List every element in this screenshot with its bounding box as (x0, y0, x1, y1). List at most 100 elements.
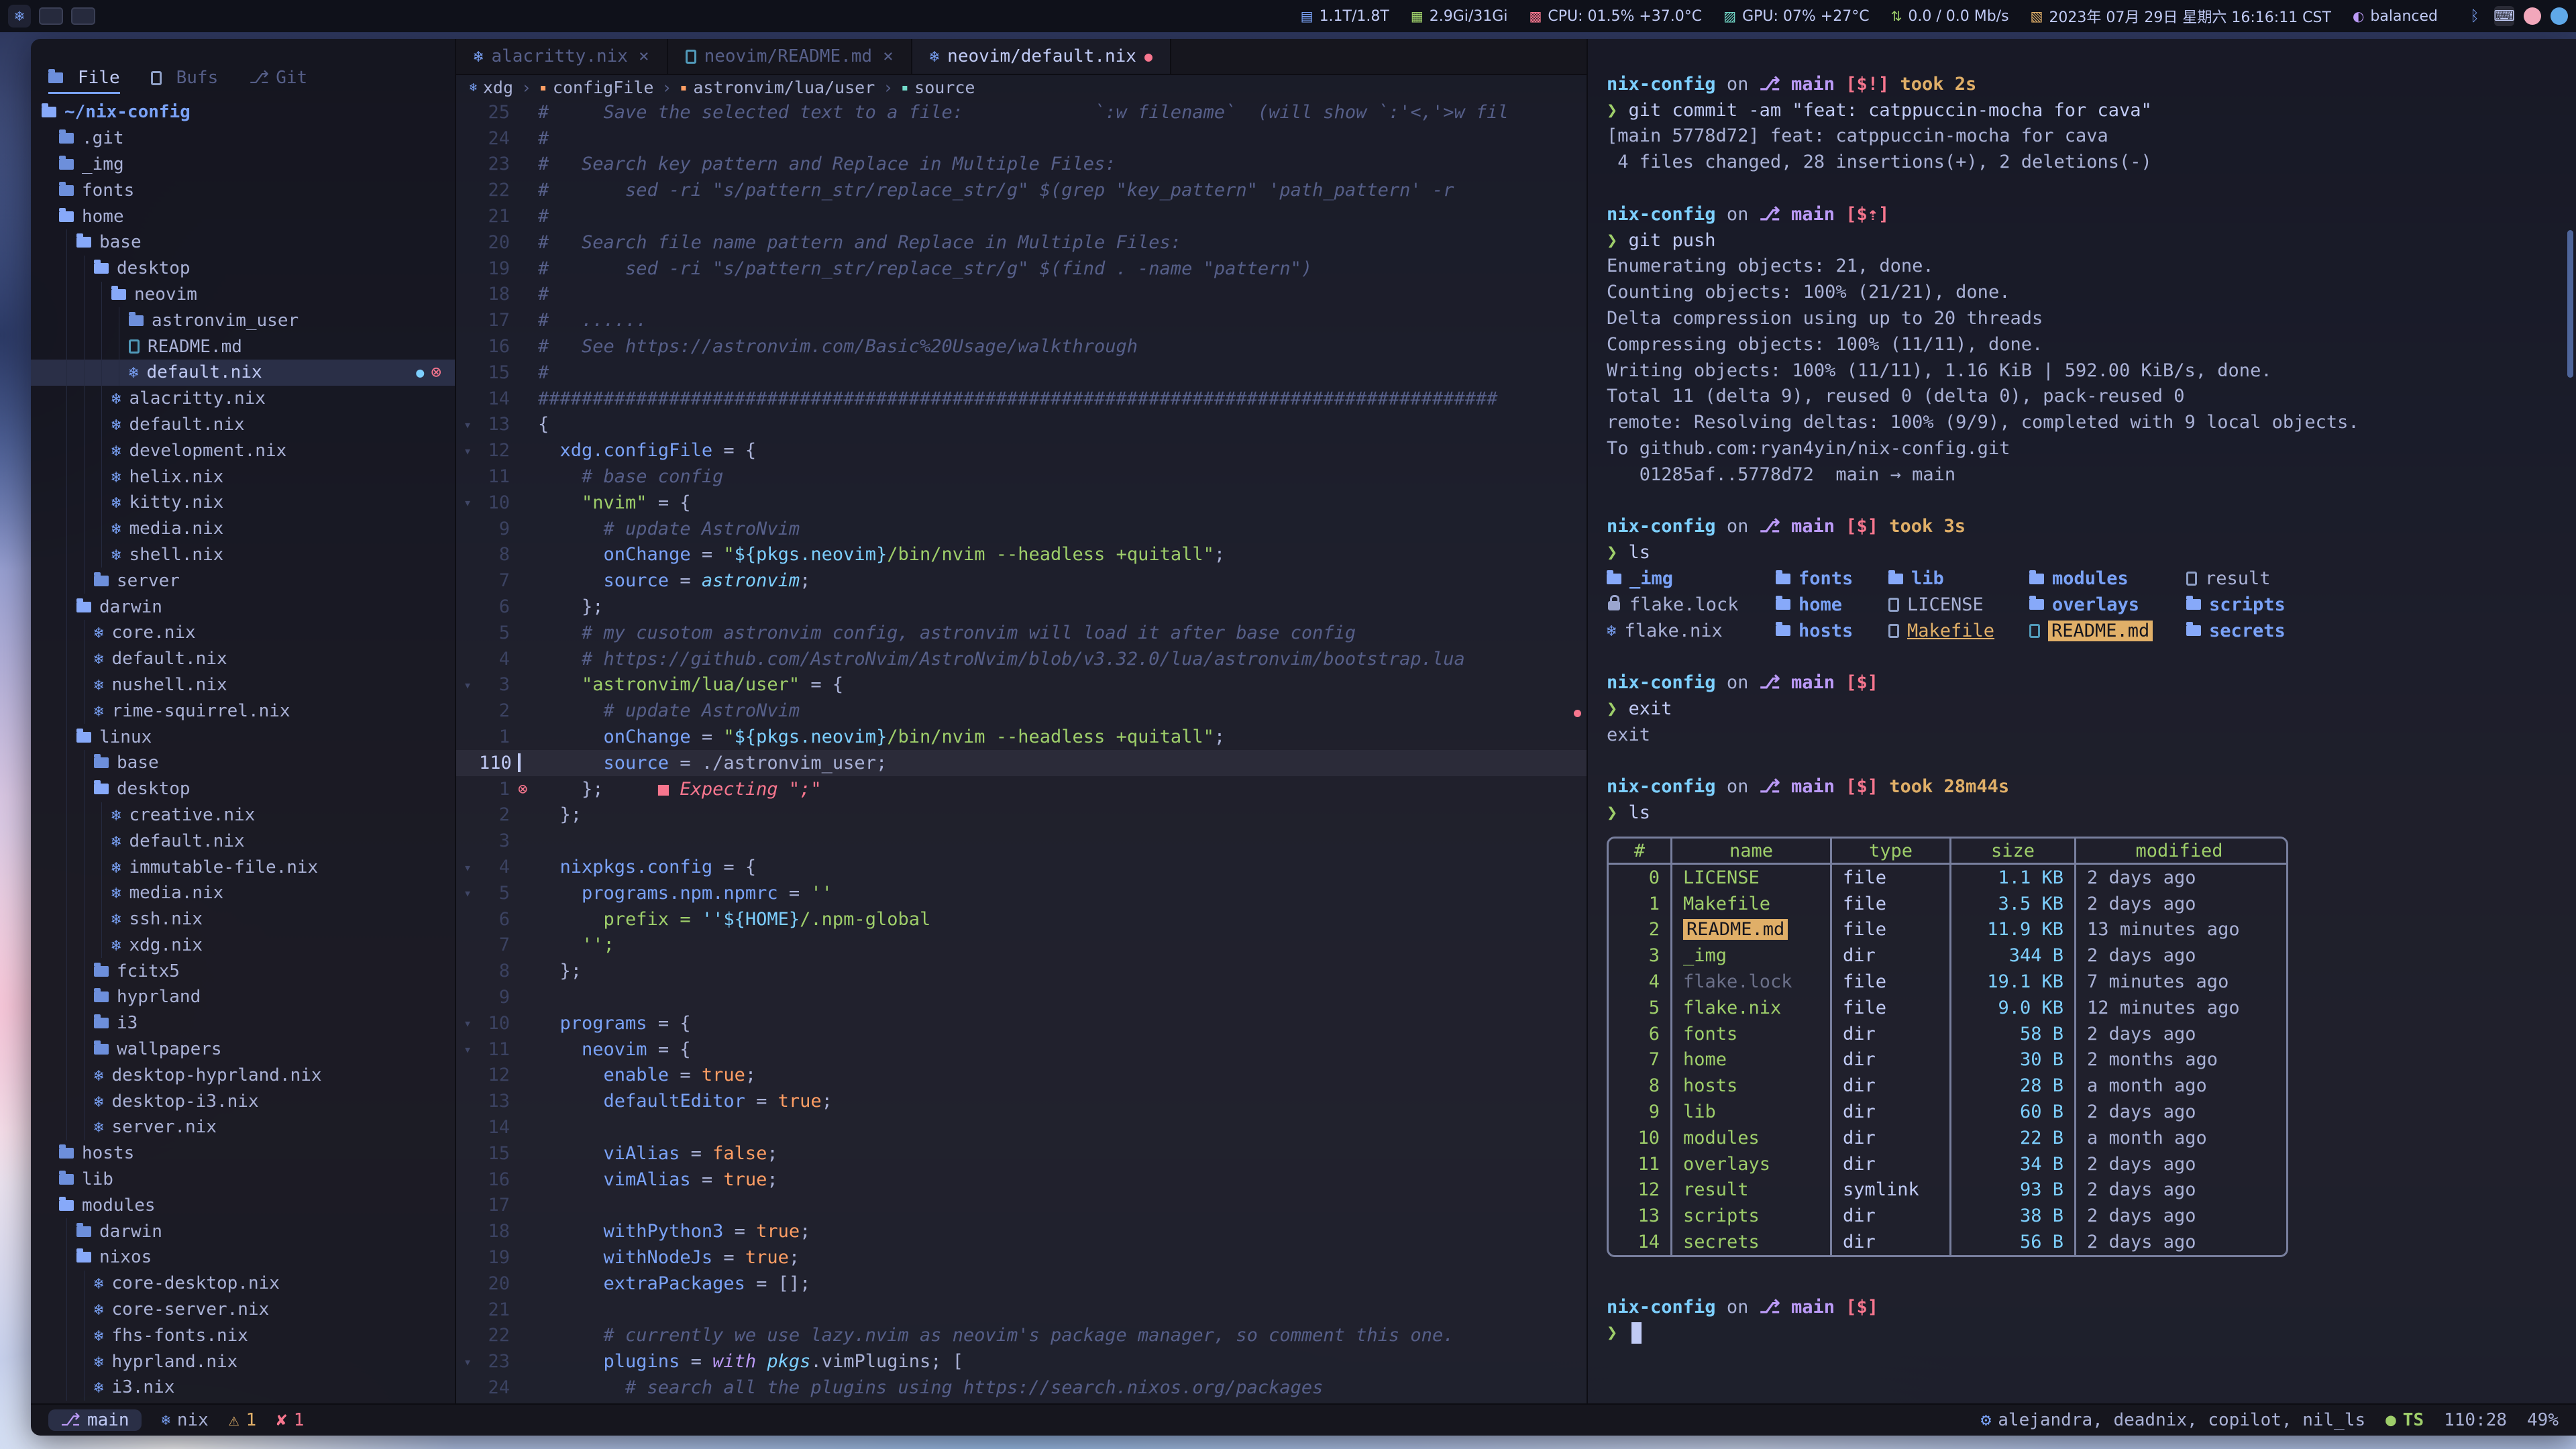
breadcrumb-item-astronvim/lua/user[interactable]: ▪astronvim/lua/user (680, 78, 875, 97)
code-line[interactable]: 19 # sed -ri "s/pattern_str/replace_str/… (456, 256, 1587, 282)
tree-item-fhs-fonts.nix[interactable]: ❄fhs-fonts.nix (31, 1322, 455, 1348)
tree-item-server.nix[interactable]: ❄server.nix (31, 1114, 455, 1140)
tree-item-media.nix[interactable]: ❄media.nix (31, 516, 455, 542)
code-line[interactable]: 25 # Save the selected text to a file: `… (456, 99, 1587, 125)
code-line[interactable]: 6 }; (456, 594, 1587, 620)
code-line[interactable]: 24 # search all the plugins using https:… (456, 1375, 1587, 1401)
tree-item-hyprland.nix[interactable]: ❄hyprland.nix (31, 1348, 455, 1375)
code-line[interactable]: 18 withPython3 = true; (456, 1218, 1587, 1244)
code-line[interactable]: 15 # (456, 360, 1587, 386)
tree-tab-file[interactable]: File (48, 68, 120, 94)
code-line[interactable]: 21 (456, 1297, 1587, 1323)
tree-item-_img[interactable]: _img (31, 152, 455, 178)
close-icon[interactable]: × (883, 46, 894, 66)
command-line[interactable]: ❯ git commit -am "feat: catppuccin-mocha… (1607, 97, 2576, 123)
fold-marker-icon[interactable]: ▾ (456, 494, 479, 511)
git-branch-segment[interactable]: ⎇ main (48, 1409, 142, 1431)
tree-item-fcitx5[interactable]: fcitx5 (31, 958, 455, 984)
tree-item-hyprland[interactable]: hyprland (31, 984, 455, 1010)
code-line[interactable]: 1 onChange = "${pkgs.neovim}/bin/nvim --… (456, 724, 1587, 750)
taskbar-window-2[interactable] (71, 7, 95, 25)
code-line[interactable]: 14 (456, 1114, 1587, 1140)
tree-item-xdg.nix[interactable]: ❄xdg.nix (31, 932, 455, 959)
code-line[interactable]: 16 # See https://astronvim.com/Basic%20U… (456, 333, 1587, 360)
code-line[interactable]: 20 extraPackages = []; (456, 1271, 1587, 1297)
code-line[interactable]: ▾11 neovim = { (456, 1036, 1587, 1063)
code-line[interactable]: 9 # update AstroNvim (456, 516, 1587, 542)
tree-item-astronvim_user[interactable]: astronvim_user (31, 307, 455, 333)
tree-tab-git[interactable]: ⎇Git (249, 68, 307, 94)
tree-item-desktop[interactable]: desktop (31, 256, 455, 282)
code-line[interactable]: 7 ''; (456, 932, 1587, 959)
bluetooth-icon[interactable]: ᛒ (2465, 6, 2485, 26)
code-line[interactable]: 8 }; (456, 958, 1587, 984)
code-line[interactable]: 21 # (456, 203, 1587, 229)
tree-tab-bufs[interactable]: Bufs (151, 68, 219, 94)
code-line[interactable]: ▾4 nixpkgs.config = { (456, 854, 1587, 880)
tree-item-neovim[interactable]: neovim (31, 282, 455, 308)
command-line[interactable]: ❯ (1607, 1320, 2576, 1346)
tree-item-immutable-file.nix[interactable]: ❄immutable-file.nix (31, 854, 455, 880)
code-line[interactable]: 9 (456, 984, 1587, 1010)
tree-item-nixos[interactable]: nixos (31, 1244, 455, 1271)
code-line[interactable]: 23 # Search key pattern and Replace in M… (456, 152, 1587, 178)
code-line[interactable]: 22 # currently we use lazy.nvim as neovi… (456, 1322, 1587, 1348)
tree-item-default.nix[interactable]: ❄default.nix (31, 828, 455, 854)
code-line[interactable]: 2 # update AstroNvim (456, 698, 1587, 724)
code-line[interactable]: 5 # my cusotom astronvim config, astronv… (456, 620, 1587, 646)
fold-marker-icon[interactable]: ▾ (456, 1015, 479, 1031)
tree-item-default.nix[interactable]: ❄default.nix●⊗ (31, 360, 455, 386)
code-line[interactable]: 20 # Search file name pattern and Replac… (456, 229, 1587, 256)
fold-marker-icon[interactable]: ▾ (456, 677, 479, 693)
tree-item-darwin[interactable]: darwin (31, 594, 455, 620)
breadcrumb-item-xdg[interactable]: ❄xdg (470, 78, 513, 97)
code-line[interactable]: 2 }; (456, 802, 1587, 828)
command-line[interactable]: ❯ ls (1607, 800, 2576, 826)
tree-item-ssh.nix[interactable]: ❄ssh.nix (31, 906, 455, 932)
fold-marker-icon[interactable]: ▾ (456, 885, 479, 901)
tree-item-i3[interactable]: i3 (31, 1010, 455, 1036)
close-icon[interactable]: × (639, 46, 649, 66)
tree-item-core-desktop.nix[interactable]: ❄core-desktop.nix (31, 1271, 455, 1297)
command-line[interactable]: ❯ ls (1607, 539, 2576, 566)
code-line[interactable]: 8 onChange = "${pkgs.neovim}/bin/nvim --… (456, 542, 1587, 568)
tree-item-media.nix[interactable]: ❄media.nix (31, 880, 455, 906)
tree-item-shell.nix[interactable]: ❄shell.nix (31, 542, 455, 568)
code-line[interactable]: 22 # sed -ri "s/pattern_str/replace_str/… (456, 177, 1587, 203)
fold-marker-icon[interactable]: ▾ (456, 443, 479, 459)
tree-item-server[interactable]: server (31, 568, 455, 594)
code-line[interactable]: 17 # ...... (456, 307, 1587, 333)
tree-item-rime-squirrel.nix[interactable]: ❄rime-squirrel.nix (31, 698, 455, 724)
buffer-tab-neovim/default.nix[interactable]: ❄neovim/default.nix● (912, 39, 1171, 74)
command-line[interactable]: ❯ exit (1607, 696, 2576, 722)
tree-item-default.nix[interactable]: ❄default.nix (31, 412, 455, 438)
code-line[interactable]: ▾5 programs.npm.npmrc = '' (456, 880, 1587, 906)
code-line[interactable]: 110 source = ./astronvim_user; (456, 750, 1587, 776)
launcher-icon[interactable]: ❄ (8, 5, 31, 28)
code-line[interactable]: 1⊗ }; ■ Expecting ";" (456, 776, 1587, 802)
tree-item-alacritty.nix[interactable]: ❄alacritty.nix (31, 386, 455, 412)
tree-item-hosts[interactable]: hosts (31, 1140, 455, 1167)
code-line[interactable]: 15 viAlias = false; (456, 1140, 1587, 1167)
taskbar-window-1[interactable] (39, 7, 63, 25)
tree-item-darwin[interactable]: darwin (31, 1218, 455, 1244)
buffer-tab-neovim/README.md[interactable]: neovim/README.md× (668, 39, 912, 74)
breadcrumb-item-configFile[interactable]: ▪configFile (539, 78, 653, 97)
tree-item-home[interactable]: home (31, 203, 455, 229)
tree-item-modules[interactable]: modules (31, 1192, 455, 1218)
code-line[interactable]: 14 #####################################… (456, 386, 1587, 412)
code-line[interactable]: ▾10 "nvim" = { (456, 490, 1587, 516)
fold-marker-icon[interactable]: ▾ (456, 417, 479, 433)
code-line[interactable]: 13 defaultEditor = true; (456, 1088, 1587, 1114)
tree-item-wallpapers[interactable]: wallpapers (31, 1036, 455, 1063)
code-line[interactable]: 3 (456, 828, 1587, 854)
code-line[interactable]: 4 # https://github.com/AstroNvim/AstroNv… (456, 646, 1587, 672)
tree-item-.git[interactable]: .git (31, 125, 455, 152)
tree-root[interactable]: ~/nix-config (31, 99, 455, 125)
tree-item-kitty.nix[interactable]: ❄kitty.nix (31, 490, 455, 516)
tree-item-desktop-hyprland.nix[interactable]: ❄desktop-hyprland.nix (31, 1062, 455, 1088)
buffer-tab-alacritty.nix[interactable]: ❄alacritty.nix× (456, 39, 668, 74)
tree-item-linux[interactable]: linux (31, 724, 455, 750)
code-line[interactable]: 6 prefix = ''${HOME}/.npm-global (456, 906, 1587, 932)
tree-item-desktop[interactable]: desktop (31, 776, 455, 802)
